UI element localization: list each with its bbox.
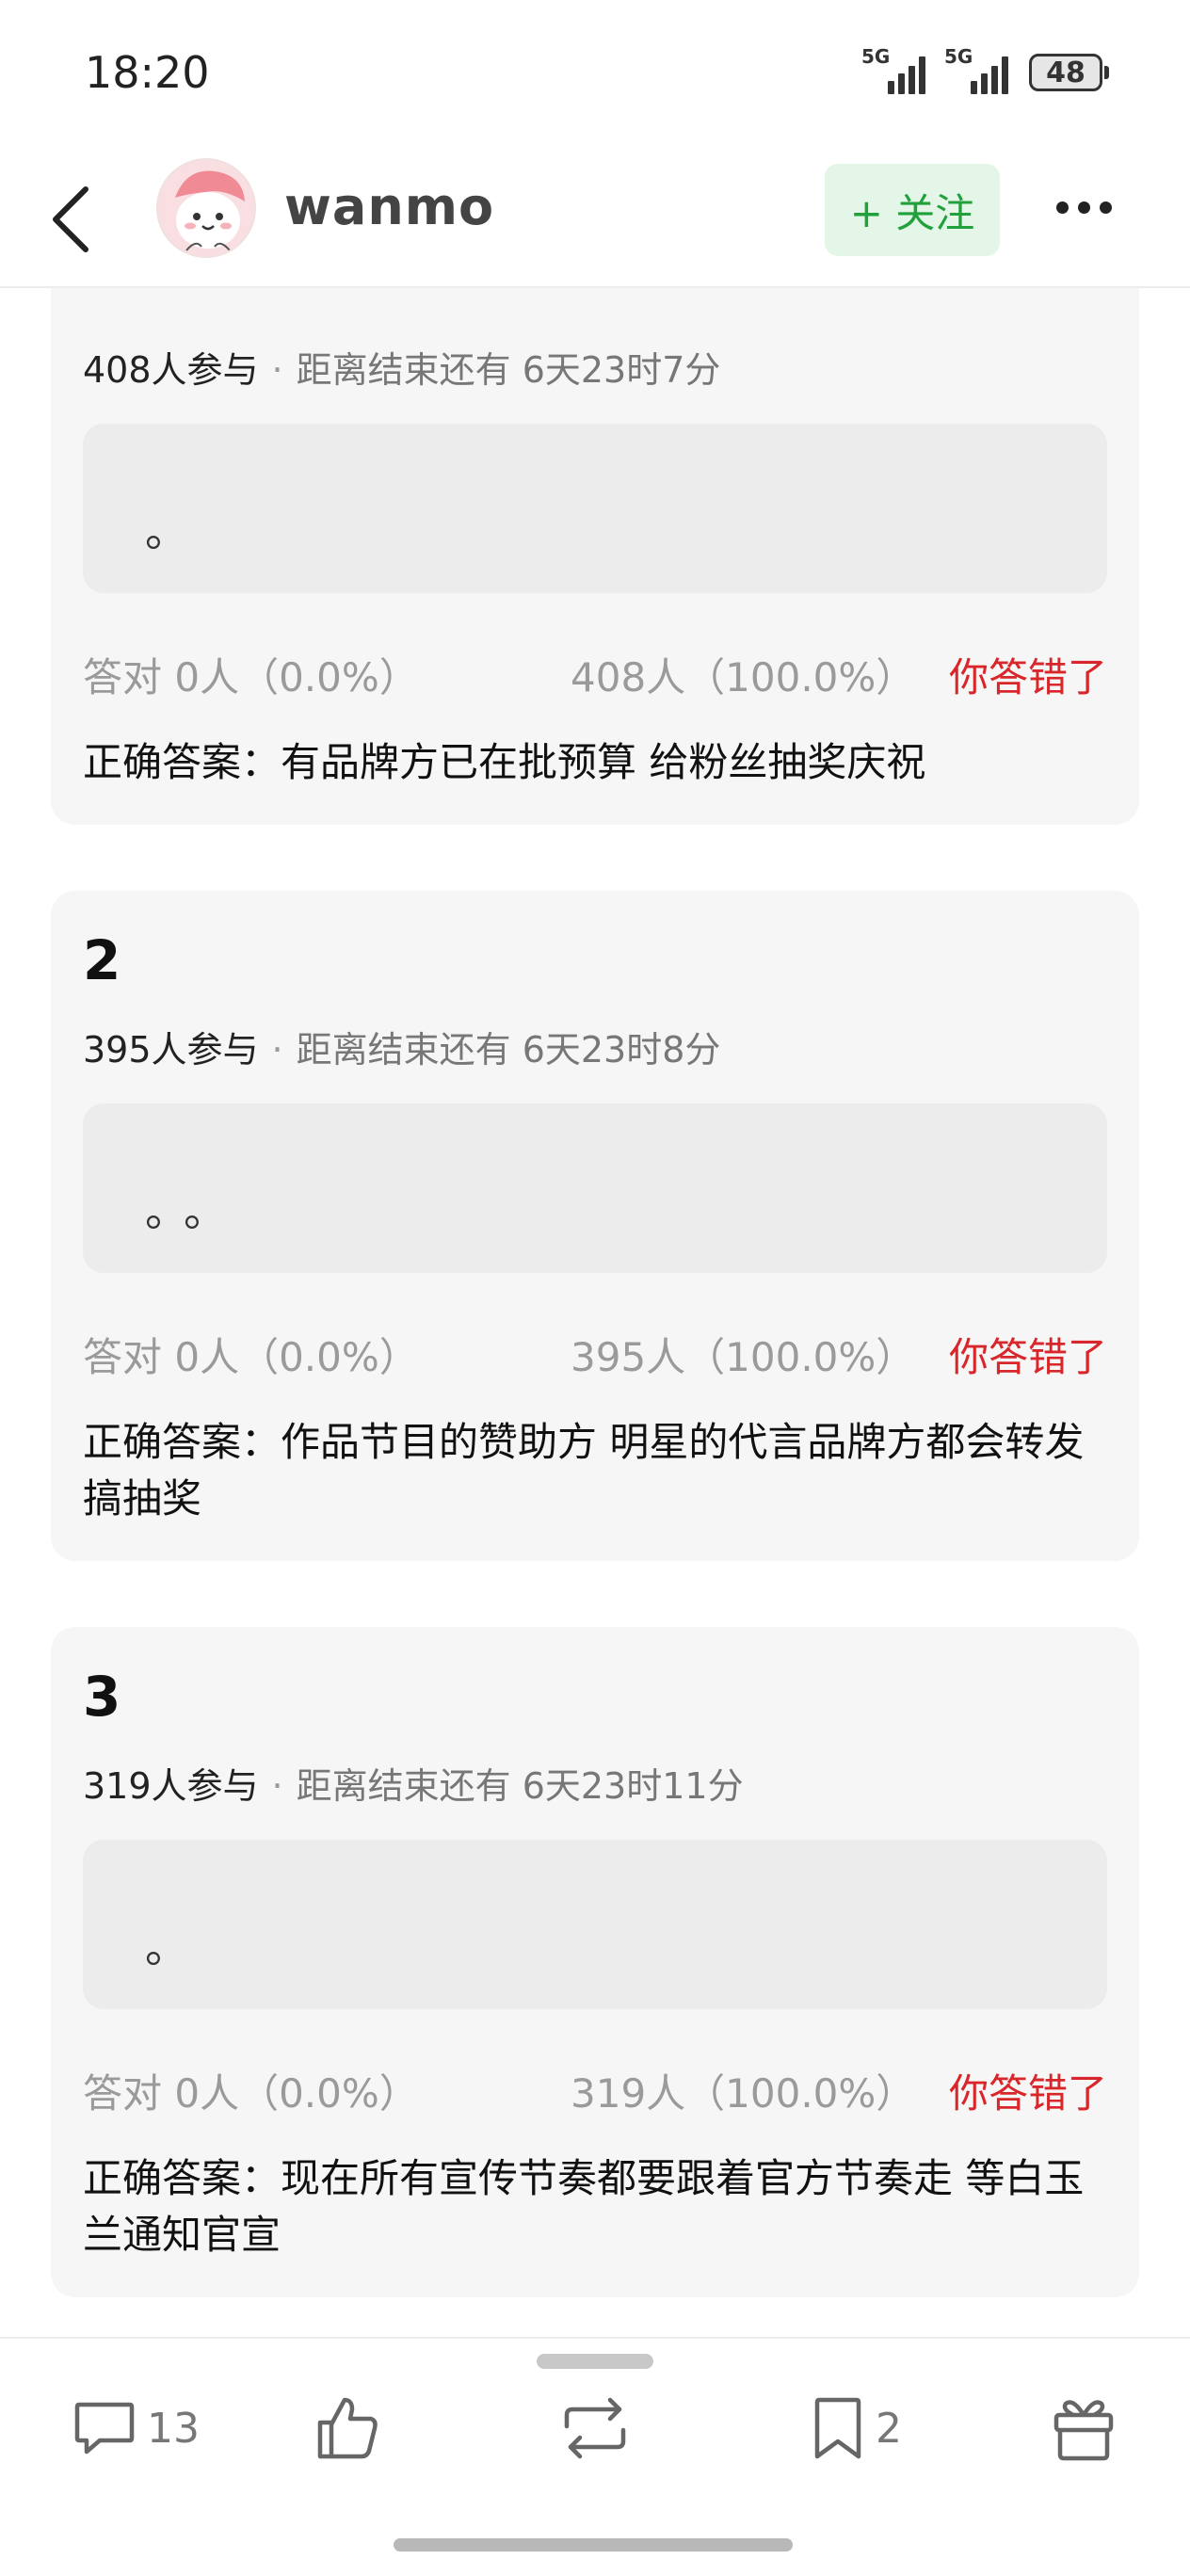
- deadline-text: 距离结束还有 6天23时11分: [296, 1765, 744, 1807]
- quiz-number: 2: [83, 928, 121, 992]
- drawer-handle[interactable]: [537, 2354, 653, 2369]
- correct-answer: 正确答案：现在所有宣传节奏都要跟着官方节奏走 等白玉兰通知官宣: [83, 2155, 1085, 2258]
- signal-icon: 5G: [861, 45, 929, 94]
- repost-icon: [564, 2397, 626, 2459]
- wrong-stat: 395人（100.0%）: [571, 1334, 916, 1380]
- meta-separator: ·: [271, 1765, 283, 1807]
- status-icons: 5G 5G 48: [861, 45, 1109, 94]
- participant-count: 408人参与: [83, 349, 259, 391]
- gift-button[interactable]: [1051, 2386, 1117, 2471]
- wrong-stat: 408人（100.0%）: [571, 654, 916, 700]
- profile-header: wanmo + 关注: [0, 151, 1190, 288]
- signal-icon: 5G: [944, 45, 1012, 94]
- network-type-label: 5G: [861, 45, 891, 68]
- correct-stat: 答对 0人（0.0%）: [83, 1334, 419, 1380]
- deadline-text: 距离结束还有 6天23时7分: [296, 349, 721, 391]
- result-label: 你答错了: [948, 2070, 1107, 2117]
- follow-button[interactable]: + 关注: [825, 164, 1000, 256]
- battery-icon: 48: [1029, 54, 1109, 91]
- more-dots-icon: [1055, 201, 1069, 214]
- quiz-meta: 395人参与 · 距离结束还有 6天23时8分: [83, 1021, 720, 1072]
- network-type-label: 5G: [944, 45, 973, 68]
- home-indicator[interactable]: [394, 2538, 793, 2552]
- feed-content[interactable]: 1 408人参与·距离结束还有 6天23时7分 。 答对 0人（0.0%） 40…: [0, 0, 1190, 2335]
- username[interactable]: wanmo: [284, 177, 494, 236]
- answer-stats: 答对 0人（0.0%） 319人（100.0%） 你答错了: [83, 2062, 1107, 2117]
- thumbs-up-icon: [317, 2397, 378, 2459]
- correct-stat: 答对 0人（0.0%）: [83, 2070, 419, 2117]
- question-text: 。。: [145, 1185, 244, 1236]
- question-box[interactable]: 。: [83, 1840, 1107, 2009]
- repost-button[interactable]: [557, 2386, 633, 2471]
- result-label: 你答错了: [948, 654, 1107, 700]
- participant-count: 319人参与: [83, 1765, 259, 1807]
- battery-level: 48: [1029, 54, 1102, 91]
- quiz-card: 3 319人参与 · 距离结束还有 6天23时11分 。 答对 0人（0.0%） 3…: [51, 1627, 1139, 2297]
- correct-answer: 正确答案：有品牌方已在批预算 给粉丝抽奖庆祝: [83, 739, 926, 785]
- question-text: 。: [145, 1922, 205, 1972]
- correct-answer: 正确答案：作品节目的赞助方 明星的代言品牌方都会转发搞抽奖: [83, 1419, 1085, 1521]
- meta-separator: ·: [271, 349, 283, 391]
- quiz-number: 3: [83, 1665, 121, 1729]
- quiz-meta: 319人参与 · 距离结束还有 6天23时11分: [83, 1757, 744, 1809]
- question-text: 。: [145, 506, 205, 556]
- status-time: 18:20: [85, 47, 210, 98]
- chevron-left-icon: [53, 186, 88, 252]
- correct-stat: 答对 0人（0.0%）: [83, 654, 419, 700]
- bookmark-button[interactable]: 2: [810, 2386, 902, 2471]
- quiz-card: 2 395人参与 · 距离结束还有 6天23时8分 。。 答对 0人（0.0%） 3…: [51, 891, 1139, 1561]
- status-bar: 18:20 5G 5G 48: [0, 0, 1190, 151]
- meta-separator: ·: [271, 1029, 283, 1071]
- more-options-button[interactable]: [1041, 179, 1126, 235]
- bookmark-count: 2: [876, 2404, 902, 2453]
- comment-count: 13: [147, 2404, 200, 2453]
- screen: 1 408人参与·距离结束还有 6天23时7分 。 答对 0人（0.0%） 40…: [0, 0, 1190, 2576]
- wrong-stat: 319人（100.0%）: [571, 2070, 916, 2117]
- bookmark-icon: [814, 2397, 861, 2459]
- gift-icon: [1053, 2400, 1114, 2461]
- comment-button[interactable]: 13: [72, 2386, 200, 2471]
- like-button[interactable]: [313, 2386, 384, 2471]
- quiz-meta: 408人参与 · 距离结束还有 6天23时7分: [83, 341, 720, 393]
- answer-stats: 答对 0人（0.0%） 408人（100.0%） 你答错了: [83, 646, 1107, 700]
- participant-count: 395人参与: [83, 1029, 259, 1071]
- deadline-text: 距离结束还有 6天23时8分: [296, 1029, 721, 1071]
- answer-stats: 答对 0人（0.0%） 395人（100.0%） 你答错了: [83, 1326, 1107, 1380]
- avatar-image: [158, 160, 254, 256]
- comment-icon: [74, 2402, 135, 2455]
- back-button[interactable]: [38, 177, 104, 262]
- question-box[interactable]: 。。: [83, 1103, 1107, 1273]
- avatar[interactable]: [156, 158, 256, 258]
- result-label: 你答错了: [948, 1334, 1107, 1380]
- question-box[interactable]: 。: [83, 424, 1107, 593]
- bottom-action-bar: 13 2: [0, 2337, 1190, 2576]
